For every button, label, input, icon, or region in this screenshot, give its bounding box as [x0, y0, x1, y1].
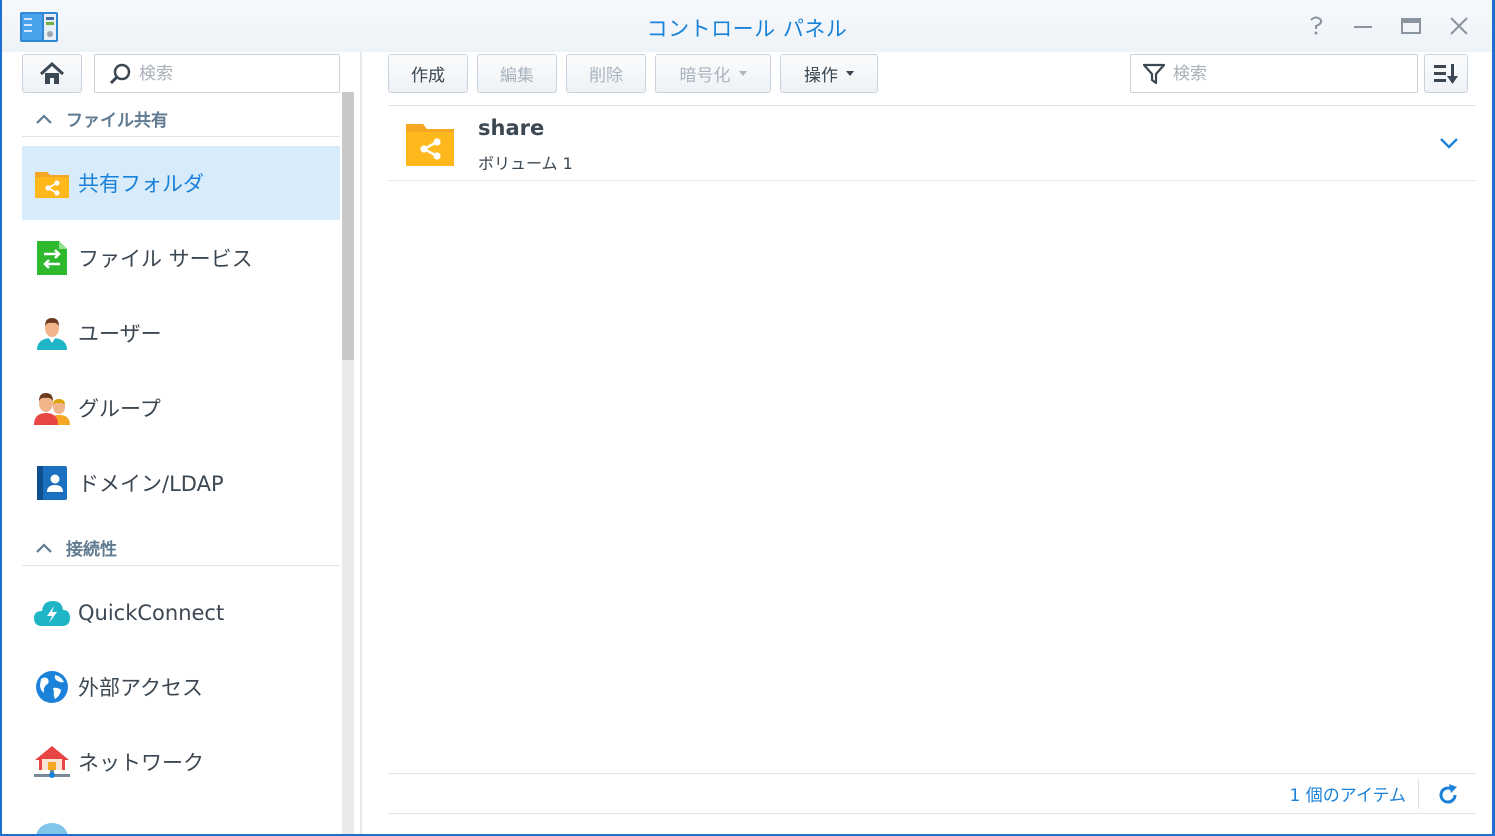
maximize-icon[interactable]	[1399, 14, 1423, 38]
footer-separator	[1418, 779, 1419, 809]
sort-icon	[1434, 63, 1458, 84]
sidebar-item-label: 共有フォルダ	[78, 172, 204, 196]
sidebar-item-label: ドメイン/LDAP	[78, 472, 224, 496]
sidebar-item-network[interactable]: ネットワーク	[22, 725, 340, 799]
encrypt-dropdown-button[interactable]: 暗号化	[655, 54, 771, 93]
item-count: 1 個のアイテム	[1289, 786, 1406, 806]
caret-down-icon	[738, 71, 747, 76]
section-label: ファイル共有	[66, 111, 168, 131]
sidebar-item-label: QuickConnect	[78, 601, 225, 625]
create-button[interactable]: 作成	[388, 54, 468, 93]
chevron-up-icon	[36, 113, 52, 124]
sidebar-item-group[interactable]: グループ	[22, 371, 340, 445]
footer-bottom-divider	[388, 813, 1476, 814]
file-services-icon	[37, 241, 67, 275]
sidebar-item-label: 外部アクセス	[78, 676, 203, 700]
sidebar-item-external-access[interactable]: 外部アクセス	[22, 650, 340, 724]
title-bar[interactable]: コントロール パネル	[2, 0, 1492, 52]
edit-button[interactable]: 編集	[477, 54, 557, 93]
user-icon	[37, 318, 67, 350]
section-file-sharing[interactable]: ファイル共有	[22, 101, 340, 137]
encrypt-label: 暗号化	[679, 66, 731, 86]
sort-button[interactable]	[1424, 54, 1468, 93]
sidebar-item-label: ネットワーク	[78, 751, 204, 775]
section-connectivity[interactable]: 接続性	[22, 530, 340, 566]
delete-button[interactable]: 削除	[566, 54, 646, 93]
sidebar-item-label: グループ	[78, 397, 161, 421]
search-icon	[109, 63, 131, 84]
shared-folder-icon	[406, 124, 454, 166]
question-icon[interactable]	[1304, 14, 1328, 38]
filter-search-box[interactable]	[1130, 54, 1418, 93]
caret-down-icon	[846, 71, 854, 76]
control-panel-window: コントロール パネル 検索 ファイル共有 共有フォルダ ファイル サービス ユー…	[0, 0, 1495, 836]
sidebar-scrollbar-thumb[interactable]	[342, 92, 354, 360]
domain-ldap-icon	[37, 466, 67, 500]
home-button[interactable]	[22, 54, 82, 93]
minimize-icon[interactable]	[1351, 14, 1375, 38]
home-icon	[39, 61, 65, 84]
sidebar-item-domain-ldap[interactable]: ドメイン/LDAP	[22, 446, 340, 520]
external-access-icon	[36, 671, 68, 703]
sidebar-item-file-services[interactable]: ファイル サービス	[22, 221, 340, 295]
chevron-down-icon[interactable]	[1438, 134, 1460, 152]
window-title: コントロール パネル	[646, 17, 848, 41]
group-icon	[34, 393, 70, 425]
sidebar-search-input[interactable]	[139, 63, 329, 84]
action-label: 操作	[804, 66, 838, 86]
partially-hidden-item-icon	[34, 822, 70, 834]
close-icon[interactable]	[1447, 14, 1471, 38]
sidebar: ファイル共有 共有フォルダ	[2, 52, 362, 834]
sidebar-search-box[interactable]	[94, 54, 340, 93]
sidebar-item-quickconnect[interactable]: QuickConnect	[22, 576, 340, 650]
sidebar-item-label: ファイル サービス	[78, 247, 253, 271]
sidebar-item-user[interactable]: ユーザー	[22, 296, 340, 370]
filter-search-input[interactable]	[1173, 63, 1403, 84]
network-icon	[34, 746, 70, 778]
shared-folder-icon	[35, 172, 69, 198]
shared-folder-volume: ボリューム 1	[478, 154, 573, 173]
quickconnect-icon	[34, 601, 70, 626]
section-label: 接続性	[66, 540, 117, 560]
chevron-up-icon	[36, 542, 52, 553]
footer-divider	[388, 773, 1476, 774]
sidebar-item-shared-folder[interactable]: 共有フォルダ	[22, 146, 340, 220]
refresh-icon[interactable]	[1436, 783, 1460, 807]
sidebar-item-label: ユーザー	[78, 322, 162, 346]
action-dropdown-button[interactable]: 操作	[780, 54, 878, 93]
filter-icon	[1143, 63, 1165, 84]
main-panel: 作成 編集 削除 暗号化 操作 検索 share ボリューム 1 1 個のアイテ…	[364, 52, 1492, 834]
list-item[interactable]: share ボリューム 1	[388, 106, 1476, 181]
shared-folder-name: share	[478, 116, 545, 140]
sidebar-divider	[360, 52, 362, 834]
